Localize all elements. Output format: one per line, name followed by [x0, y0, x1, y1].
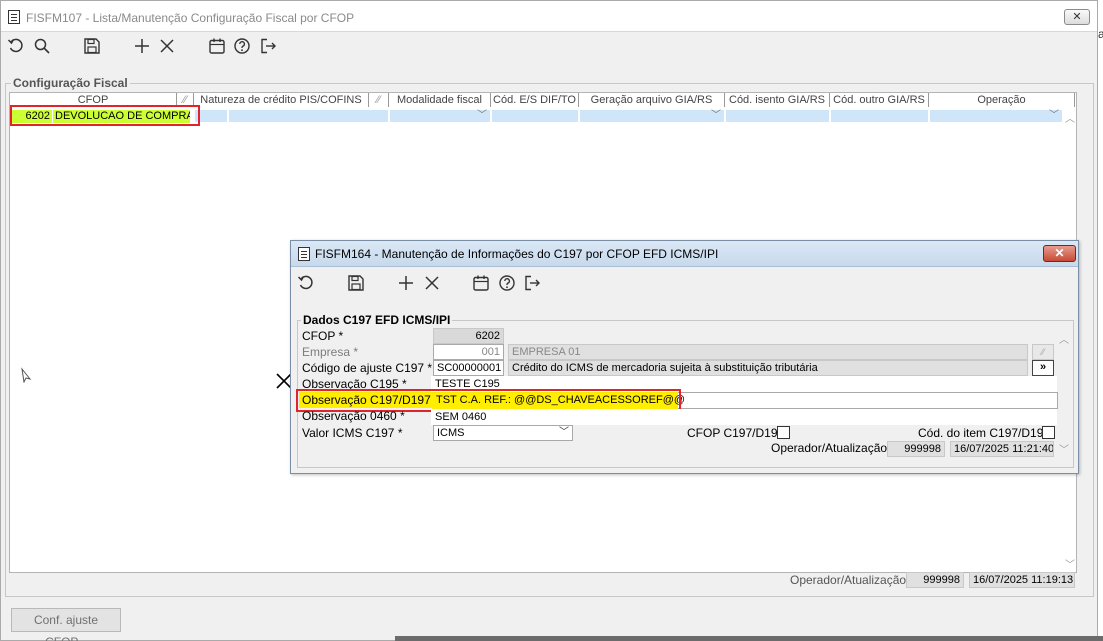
- row-cell[interactable]: [228, 109, 389, 123]
- scroll-down-arrow[interactable]: ﹀: [1058, 441, 1070, 456]
- chevron-down-icon: ﹀: [477, 110, 487, 121]
- codigo-ajuste-field[interactable]: SC00000001: [433, 360, 504, 376]
- undo-icon[interactable]: [296, 273, 316, 293]
- exit-icon[interactable]: [522, 273, 542, 293]
- exit-icon[interactable]: [258, 36, 278, 56]
- edge-text: a: [1098, 27, 1103, 41]
- col-header-cod-isento[interactable]: Cód. isento GIA/RS: [725, 93, 830, 107]
- dados-c197-legend: Dados C197 EFD ICMS/IPI: [301, 313, 453, 327]
- obs-0460-label: Observação 0460 *: [302, 409, 405, 423]
- conf-ajuste-cfop-button[interactable]: Conf. ajuste CFOP...: [11, 608, 121, 641]
- row-operacao-cell[interactable]: ﹀: [929, 109, 1063, 123]
- dialog-title: FISFM164 - Manutenção de Informações do …: [315, 247, 719, 261]
- calendar-icon[interactable]: [207, 36, 227, 56]
- cod-item-label: Cód. do item C197/D197: [918, 426, 1051, 440]
- help-icon[interactable]: [497, 273, 517, 293]
- cfop-label: CFOP *: [302, 329, 344, 343]
- row-modalidade-cell[interactable]: ﹀: [389, 109, 491, 123]
- save-icon[interactable]: [82, 36, 102, 56]
- cfop-field[interactable]: 6202: [433, 328, 504, 344]
- row-cell[interactable]: [491, 109, 579, 123]
- valor-icms-select[interactable]: ICMS ﹀: [433, 425, 573, 441]
- cursor-icon: [19, 367, 33, 386]
- cfop-c197-checkbox[interactable]: [777, 426, 790, 439]
- delete-icon[interactable]: [157, 36, 177, 56]
- row-cell[interactable]: [725, 109, 830, 123]
- config-fiscal-legend: Configuração Fiscal: [11, 76, 130, 90]
- main-operator-field: 999998: [906, 572, 964, 588]
- col-header-natureza[interactable]: Natureza de crédito PIS/COFINS: [194, 93, 369, 107]
- main-operator-label: Operador/Atualização: [790, 573, 907, 587]
- add-icon[interactable]: [396, 273, 416, 293]
- taskbar-edge: [395, 636, 1103, 641]
- add-icon[interactable]: [132, 36, 152, 56]
- codigo-ajuste-label: Código de ajuste C197 *: [302, 361, 433, 375]
- cfop-c197-label: CFOP C197/D197: [687, 426, 785, 440]
- highlight-box: [10, 105, 200, 126]
- undo-icon[interactable]: [6, 36, 26, 56]
- chevron-down-icon: ﹀: [559, 427, 569, 438]
- valor-icms-label: Valor ICMS C197 *: [302, 426, 403, 440]
- dialog-titlebar[interactable]: FISFM164 - Manutenção de Informações do …: [291, 241, 1078, 267]
- codigo-ajuste-lookup-button[interactable]: »: [1032, 360, 1054, 376]
- codigo-ajuste-description: Crédito do ICMS de mercadoria sujeita à …: [508, 360, 1028, 376]
- main-window-title: FISFM107 - Lista/Manutenção Configuração…: [26, 11, 355, 25]
- col-header-modalidade[interactable]: Modalidade fiscal: [389, 93, 491, 107]
- dialog-operator-field: 999998: [887, 441, 945, 457]
- document-icon: [8, 10, 20, 24]
- col-header-cod-outro[interactable]: Cód. outro GIA/RS: [830, 93, 929, 107]
- col-header-cod-es[interactable]: Cód. E/S DIF/TO: [491, 93, 579, 107]
- c197-dialog: FISFM164 - Manutenção de Informações do …: [290, 240, 1079, 474]
- chevron-down-icon: ﹀: [1049, 110, 1059, 121]
- row-geracao-cell[interactable]: ﹀: [579, 109, 725, 123]
- main-timestamp-field: 16/07/2025 11:19:13: [969, 572, 1075, 588]
- scroll-up-arrow[interactable]: ︿: [1058, 331, 1070, 346]
- empresa-lookup-icon: ⁄⁄: [1032, 344, 1054, 360]
- save-icon[interactable]: [346, 273, 366, 293]
- document-icon: [298, 247, 310, 261]
- col-header-geracao[interactable]: Geração arquivo GIA/RS: [579, 93, 725, 107]
- empresa-code-field: 001: [433, 344, 504, 360]
- help-icon[interactable]: [232, 36, 252, 56]
- valor-icms-value: ICMS: [437, 427, 465, 439]
- cod-item-checkbox[interactable]: [1042, 426, 1055, 439]
- col-header-operacao[interactable]: Operação: [929, 93, 1075, 107]
- delete-icon[interactable]: [422, 273, 442, 293]
- scroll-up-arrow[interactable]: ︿: [1064, 110, 1076, 125]
- row-cell[interactable]: [830, 109, 929, 123]
- obs-0460-field[interactable]: SEM 0460: [431, 409, 1057, 425]
- col-filter-icon[interactable]: ⁄⁄: [369, 93, 389, 107]
- empresa-name-field: EMPRESA 01: [508, 344, 1028, 360]
- main-close-button[interactable]: ✕: [1064, 9, 1090, 25]
- search-icon[interactable]: [32, 36, 52, 56]
- scroll-down-arrow[interactable]: ﹀: [1064, 556, 1076, 571]
- dialog-timestamp-field: 16/07/2025 11:21:40: [950, 441, 1054, 457]
- empresa-label: Empresa *: [302, 345, 359, 359]
- main-titlebar: FISFM107 - Lista/Manutenção Configuração…: [1, 1, 1097, 32]
- calendar-icon[interactable]: [471, 273, 491, 293]
- dialog-operator-label: Operador/Atualização: [771, 441, 888, 455]
- dialog-close-button[interactable]: ✕: [1043, 245, 1076, 262]
- chevron-down-icon: ﹀: [711, 110, 721, 121]
